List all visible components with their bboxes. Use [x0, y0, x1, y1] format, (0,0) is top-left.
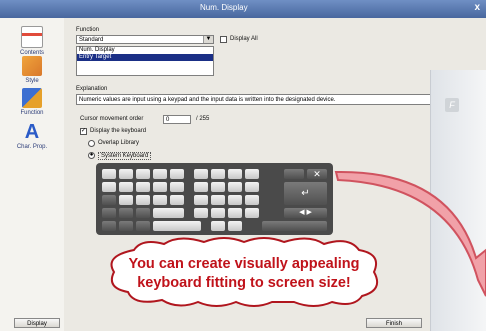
callout-line-2: keyboard fitting to screen size!	[137, 275, 351, 291]
callout-text: You can create visually appealing keyboa…	[110, 255, 378, 293]
callout-line-1: You can create visually appealing	[128, 256, 360, 272]
